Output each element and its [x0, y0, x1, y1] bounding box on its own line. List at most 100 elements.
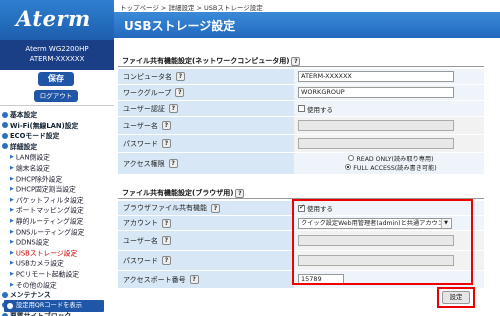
save-button[interactable]: 保存: [38, 72, 74, 86]
username-input[interactable]: [298, 120, 454, 131]
username-label: ユーザー名: [123, 121, 158, 130]
help-icon[interactable]: ?: [291, 56, 301, 66]
account-label: アカウント: [123, 219, 158, 227]
help-icon[interactable]: ?: [162, 256, 171, 265]
row-user-auth: ユーザー認証? 使用する: [118, 101, 484, 117]
readonly-label: READ ONLY(読み取り専用): [356, 155, 434, 163]
access-label-cell: アクセス権限?: [118, 153, 294, 174]
sidebar-item[interactable]: ▶ PCリモート起動設定: [0, 269, 114, 280]
page-title: USBストレージ設定: [124, 19, 236, 33]
sidebar-item-label: ECOモード設定: [10, 132, 60, 141]
computer-name-input[interactable]: ATERM-XXXXXX: [298, 71, 454, 82]
sidebar-item-label: DHCP固定割当設定: [15, 185, 76, 194]
sidebar-item-label: USBストレージ設定: [15, 249, 78, 258]
network-share-form: コンピュータ名? ATERM-XXXXXX ワークグループ? WORKGROUP…: [118, 69, 484, 175]
arrow-right-icon: ▶: [10, 270, 14, 277]
device-name: ATERM-XXXXXX: [29, 55, 85, 63]
sidebar-item[interactable]: ▶ その他の設定: [0, 280, 114, 291]
sidebar-item-label: 端末名設定: [15, 164, 50, 173]
bullet-icon: [2, 111, 8, 118]
sidebar-section[interactable]: 基本設定: [0, 110, 114, 121]
aterm-logo: Aterm: [16, 6, 91, 31]
account-label-cell: アカウント?: [118, 216, 294, 230]
arrow-right-icon: ▶: [10, 260, 14, 267]
sidebar-item[interactable]: ▶ ポートマッピング設定: [0, 205, 114, 216]
password-value-cell: [294, 135, 484, 152]
breadcrumb: トップページ > 詳細設定 > USBストレージ設定: [120, 4, 263, 12]
row-workgroup: ワークグループ? WORKGROUP: [118, 85, 484, 101]
help-icon[interactable]: ?: [162, 139, 171, 148]
computer-name-label-cell: コンピュータ名?: [118, 69, 294, 84]
arrow-right-icon: ▶: [10, 228, 14, 235]
arrow-right-icon: ▶: [10, 217, 14, 224]
sidebar-item[interactable]: ▶ USBカメラ設定: [0, 258, 114, 269]
row-computer-name: コンピュータ名? ATERM-XXXXXX: [118, 69, 484, 85]
help-icon[interactable]: ?: [235, 188, 245, 198]
model-name: Aterm WG2200HP: [25, 45, 89, 53]
access-option-readonly[interactable]: READ ONLY(読み取り専用): [348, 155, 434, 164]
user-auth-label-cell: ユーザー認証?: [118, 101, 294, 116]
brand-header: Aterm: [0, 0, 114, 40]
browser-share-label-cell: ブラウザファイル共有機能?: [118, 201, 294, 215]
action-buttons: 保存 ログアウト: [0, 70, 114, 106]
sidebar-item[interactable]: ▶ DDNS設定: [0, 237, 114, 248]
arrow-right-icon: ▶: [10, 154, 14, 161]
help-icon[interactable]: ?: [168, 159, 178, 168]
arrow-right-icon: ▶: [10, 281, 14, 288]
help-icon[interactable]: ?: [161, 121, 171, 130]
sidebar-item[interactable]: ▶ USBストレージ設定: [0, 248, 114, 259]
divider: [118, 66, 484, 67]
help-icon[interactable]: ?: [168, 104, 178, 113]
sidebar-section[interactable]: Wi-Fi(無線LAN)設定: [0, 121, 114, 132]
browser-share-label: ブラウザファイル共有機能: [123, 204, 207, 212]
help-icon[interactable]: ?: [161, 236, 171, 245]
help-icon[interactable]: ?: [211, 203, 220, 213]
sidebar-item-label: メンテナンス: [10, 291, 51, 300]
sidebar-item[interactable]: ▶ LAN側設定: [0, 152, 114, 163]
help-icon[interactable]: ?: [162, 218, 171, 228]
user-auth-checkbox[interactable]: [298, 105, 305, 112]
sidebar-item[interactable]: ▶ DNSルーティング設定: [0, 227, 114, 238]
sidebar-item[interactable]: ▶ パケットフィルタ設定: [0, 195, 114, 206]
model-info: Aterm WG2200HP ATERM-XXXXXX: [0, 40, 114, 70]
show-qr-button[interactable]: 設定用QRコードを表示: [4, 300, 104, 312]
help-icon[interactable]: ?: [176, 72, 185, 81]
sidebar-section[interactable]: ECOモード設定: [0, 131, 114, 142]
sidebar-item-label: USBカメラ設定: [15, 259, 64, 268]
sidebar-item-label: DDNS設定: [15, 238, 50, 247]
access-value-cell: READ ONLY(読み取り専用) FULL ACCESS(読み書き可能): [294, 153, 484, 174]
section-network-title: ファイル共有機能設定(ネットワークコンピュータ用)?: [122, 56, 301, 66]
qr-bullet-icon: [7, 303, 13, 309]
highlight-frame: [292, 199, 473, 285]
section-browser-label: ファイル共有機能設定(ブラウザ用): [122, 189, 234, 197]
sidebar-item-label: その他の設定: [15, 280, 57, 289]
help-icon[interactable]: ?: [175, 88, 185, 97]
browser-password-label: パスワード: [123, 256, 158, 265]
sidebar-item[interactable]: ▶ DHCP除外設定: [0, 174, 114, 185]
workgroup-input[interactable]: WORKGROUP: [298, 87, 454, 98]
sidebar-section[interactable]: 詳細設定: [0, 142, 114, 153]
workgroup-label: ワークグループ: [123, 88, 172, 97]
help-icon[interactable]: ?: [189, 275, 199, 284]
browser-username-label-cell: ユーザー名?: [118, 231, 294, 250]
sidebar-item-label: Wi-Fi(無線LAN)設定: [10, 121, 79, 130]
show-qr-label: 設定用QRコードを表示: [16, 302, 83, 309]
sidebar-item[interactable]: ▶ 静的ルーティング設定: [0, 216, 114, 227]
arrow-right-icon: ▶: [10, 175, 14, 182]
browser-username-label: ユーザー名: [123, 236, 158, 245]
sidebar-item[interactable]: ▶ 端末名設定: [0, 163, 114, 174]
workgroup-value-cell: WORKGROUP: [294, 85, 484, 100]
password-input[interactable]: [298, 138, 454, 149]
user-auth-label: ユーザー認証: [123, 104, 165, 113]
apply-button[interactable]: 設定: [442, 291, 470, 304]
username-value-cell: [294, 117, 484, 134]
arrow-right-icon: ▶: [10, 207, 14, 214]
full-access-radio[interactable]: [345, 164, 352, 170]
sidebar-item-label: 悪質サイトブロック: [10, 312, 71, 316]
sidebar-item[interactable]: ▶ DHCP固定割当設定: [0, 184, 114, 195]
access-option-full[interactable]: FULL ACCESS(読み書き可能): [345, 164, 437, 173]
logout-button[interactable]: ログアウト: [34, 90, 78, 102]
sidebar-item-label: PCリモート起動設定: [15, 270, 80, 279]
readonly-radio[interactable]: [348, 155, 355, 161]
bullet-icon: [2, 132, 8, 139]
